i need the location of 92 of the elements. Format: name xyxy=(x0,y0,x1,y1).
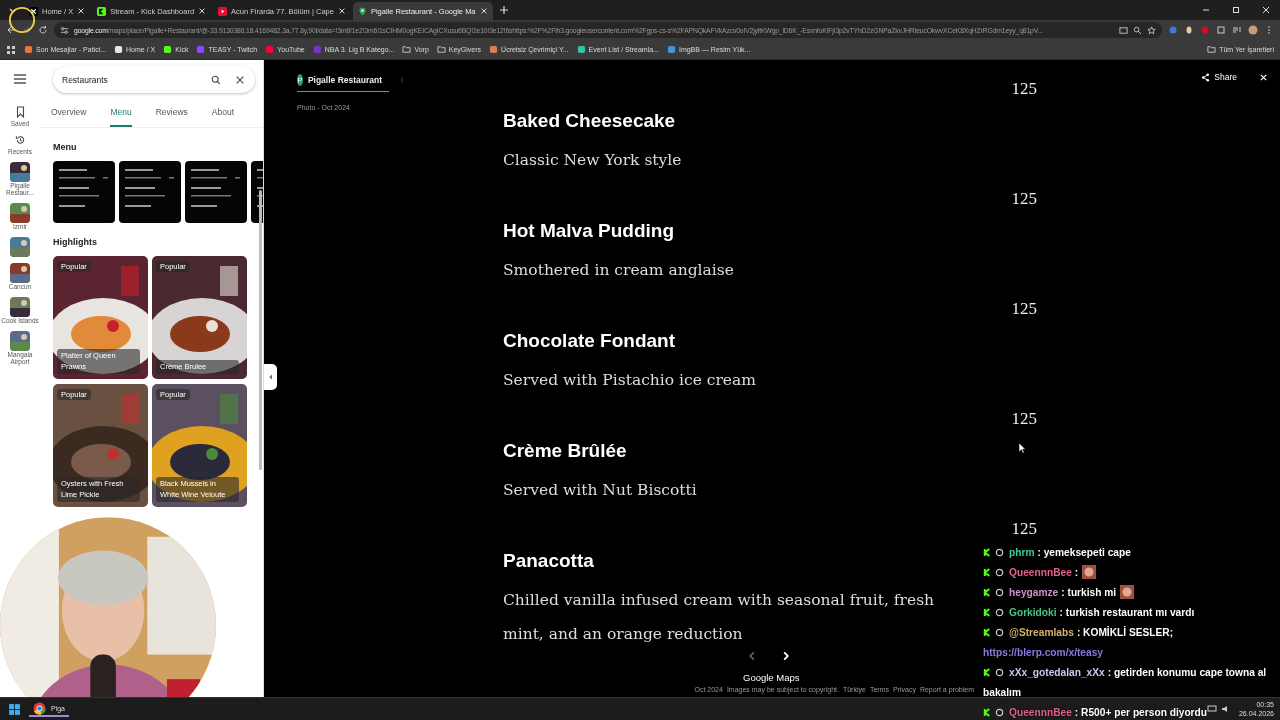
play-logo-icon xyxy=(218,6,228,16)
history-icon xyxy=(14,133,26,146)
cursor-ring-icon xyxy=(8,6,36,34)
dish-price: 125 xyxy=(1011,409,1037,429)
new-tab-icon[interactable] xyxy=(498,5,509,15)
site-favicon-icon xyxy=(265,45,275,54)
chat-message: QueennnBee : R500+ per person diyordu xyxy=(983,703,1208,720)
site-favicon-icon xyxy=(489,45,499,54)
reload-icon[interactable] xyxy=(38,25,48,35)
install-app-icon[interactable] xyxy=(1119,25,1128,35)
badge-icon xyxy=(995,548,1004,557)
media-icon[interactable] xyxy=(1232,25,1242,35)
place-tab[interactable]: Menu xyxy=(110,105,132,127)
kick-badge-icon xyxy=(983,548,992,557)
dish-name: Chocolate Fondant xyxy=(503,329,676,353)
dish-name: Hot Malva Pudding xyxy=(503,219,674,243)
dish-description: Smothered in cream anglaise xyxy=(503,260,735,281)
close-tab-icon[interactable] xyxy=(337,7,346,15)
badge-icon xyxy=(995,708,1004,717)
site-favicon-icon xyxy=(576,45,586,54)
kick-badge-icon xyxy=(983,568,992,577)
windows-start-icon[interactable] xyxy=(8,702,21,716)
badge-icon xyxy=(995,588,1004,597)
folder-icon xyxy=(436,45,446,54)
dish-price: 125 xyxy=(1011,519,1037,539)
badge-icon xyxy=(995,668,1004,677)
site-favicon-icon xyxy=(24,45,33,54)
dish-description: Chilled vanilla infused cream with seasonal fruit, fresh mint, and an orange reduction xyxy=(503,590,936,645)
forward-icon[interactable] xyxy=(22,25,32,35)
bookmark-icon xyxy=(14,106,26,118)
folder-icon xyxy=(402,45,412,54)
badge-icon xyxy=(995,608,1004,617)
puzzle-icon[interactable] xyxy=(1216,25,1226,35)
badge-icon xyxy=(995,628,1004,637)
close-tab-icon[interactable] xyxy=(77,7,86,15)
browser-icon xyxy=(33,701,46,715)
dish-price: 125 xyxy=(1011,299,1037,319)
cursor-icon xyxy=(1018,442,1026,454)
star-icon[interactable] xyxy=(1147,25,1156,35)
search-field[interactable]: Restaurants xyxy=(53,66,255,93)
scrollbar[interactable] xyxy=(259,190,262,470)
dish-description: Classic New York style xyxy=(503,150,683,171)
dish-price: 125 xyxy=(1011,79,1037,99)
x-logo-icon xyxy=(29,6,38,16)
site-favicon-icon xyxy=(163,45,173,54)
author-name[interactable]: Pigalle Restaurant xyxy=(307,75,383,85)
chat-message: heygamze : turkish mi xyxy=(983,583,1135,603)
kick-badge-icon xyxy=(983,708,992,717)
avatar-icon[interactable] xyxy=(1248,25,1258,35)
search-icon[interactable] xyxy=(211,74,221,85)
site-info-icon xyxy=(60,25,69,35)
chat-message: xXx_gotedalan_xXx : getirden konumu cape towna al bakalım xyxy=(983,666,1268,700)
section-heading: Highlights xyxy=(53,237,98,247)
google-maps-label: Google Maps xyxy=(743,672,800,683)
network-icon[interactable] xyxy=(1206,704,1217,714)
kick-badge-icon xyxy=(983,668,992,677)
dish-name: Panacotta xyxy=(503,549,594,573)
kick-badge-icon xyxy=(983,588,992,597)
dish-name: Baked Cheesecake xyxy=(503,109,676,133)
dish-price: 125 xyxy=(1011,189,1037,209)
restore-icon[interactable] xyxy=(1231,5,1241,15)
kick-logo-icon xyxy=(97,6,107,16)
site-favicon-icon xyxy=(114,45,124,54)
share-icon xyxy=(1201,72,1211,82)
section-heading: Menu xyxy=(53,142,78,152)
site-favicon-icon xyxy=(666,45,676,54)
place-tab[interactable]: About xyxy=(211,105,235,127)
close-tab-icon[interactable] xyxy=(479,7,488,15)
collapse-panel-button[interactable] xyxy=(264,364,277,390)
close-tab-icon[interactable] xyxy=(198,7,207,15)
dish-name: Crème Brûlée xyxy=(503,439,627,463)
chat-message: Gorkidoki : turkish restaurant mı vardı xyxy=(983,603,1195,623)
badge-icon xyxy=(995,568,1004,577)
back-icon[interactable] xyxy=(6,25,16,35)
dish-description: Served with Pistachio ice cream xyxy=(503,370,757,391)
chat-message: @Streamlabs : KOMİKLİ SESLER; https://blerp.com/x/teasy xyxy=(983,625,1174,660)
site-favicon-icon xyxy=(312,45,322,54)
folder-icon xyxy=(1207,45,1217,54)
place-tab[interactable]: Reviews xyxy=(155,105,188,127)
kick-badge-icon xyxy=(983,628,992,637)
kick-badge-icon xyxy=(983,608,992,617)
share-button[interactable]: Share xyxy=(1199,70,1239,84)
site-favicon-icon xyxy=(196,45,206,54)
menu-icon[interactable] xyxy=(13,74,27,84)
chat-message: QueennnBee : xyxy=(983,563,1097,583)
chat-message: phrm : yemeksepeti cape xyxy=(983,543,1131,563)
close-icon[interactable] xyxy=(235,74,245,85)
apps-icon[interactable] xyxy=(6,44,16,55)
place-tab[interactable]: Overview xyxy=(51,105,87,127)
map-pin-icon xyxy=(357,6,367,16)
zoom-icon[interactable] xyxy=(1133,25,1142,35)
dish-description: Served with Nut Biscotti xyxy=(503,480,698,501)
